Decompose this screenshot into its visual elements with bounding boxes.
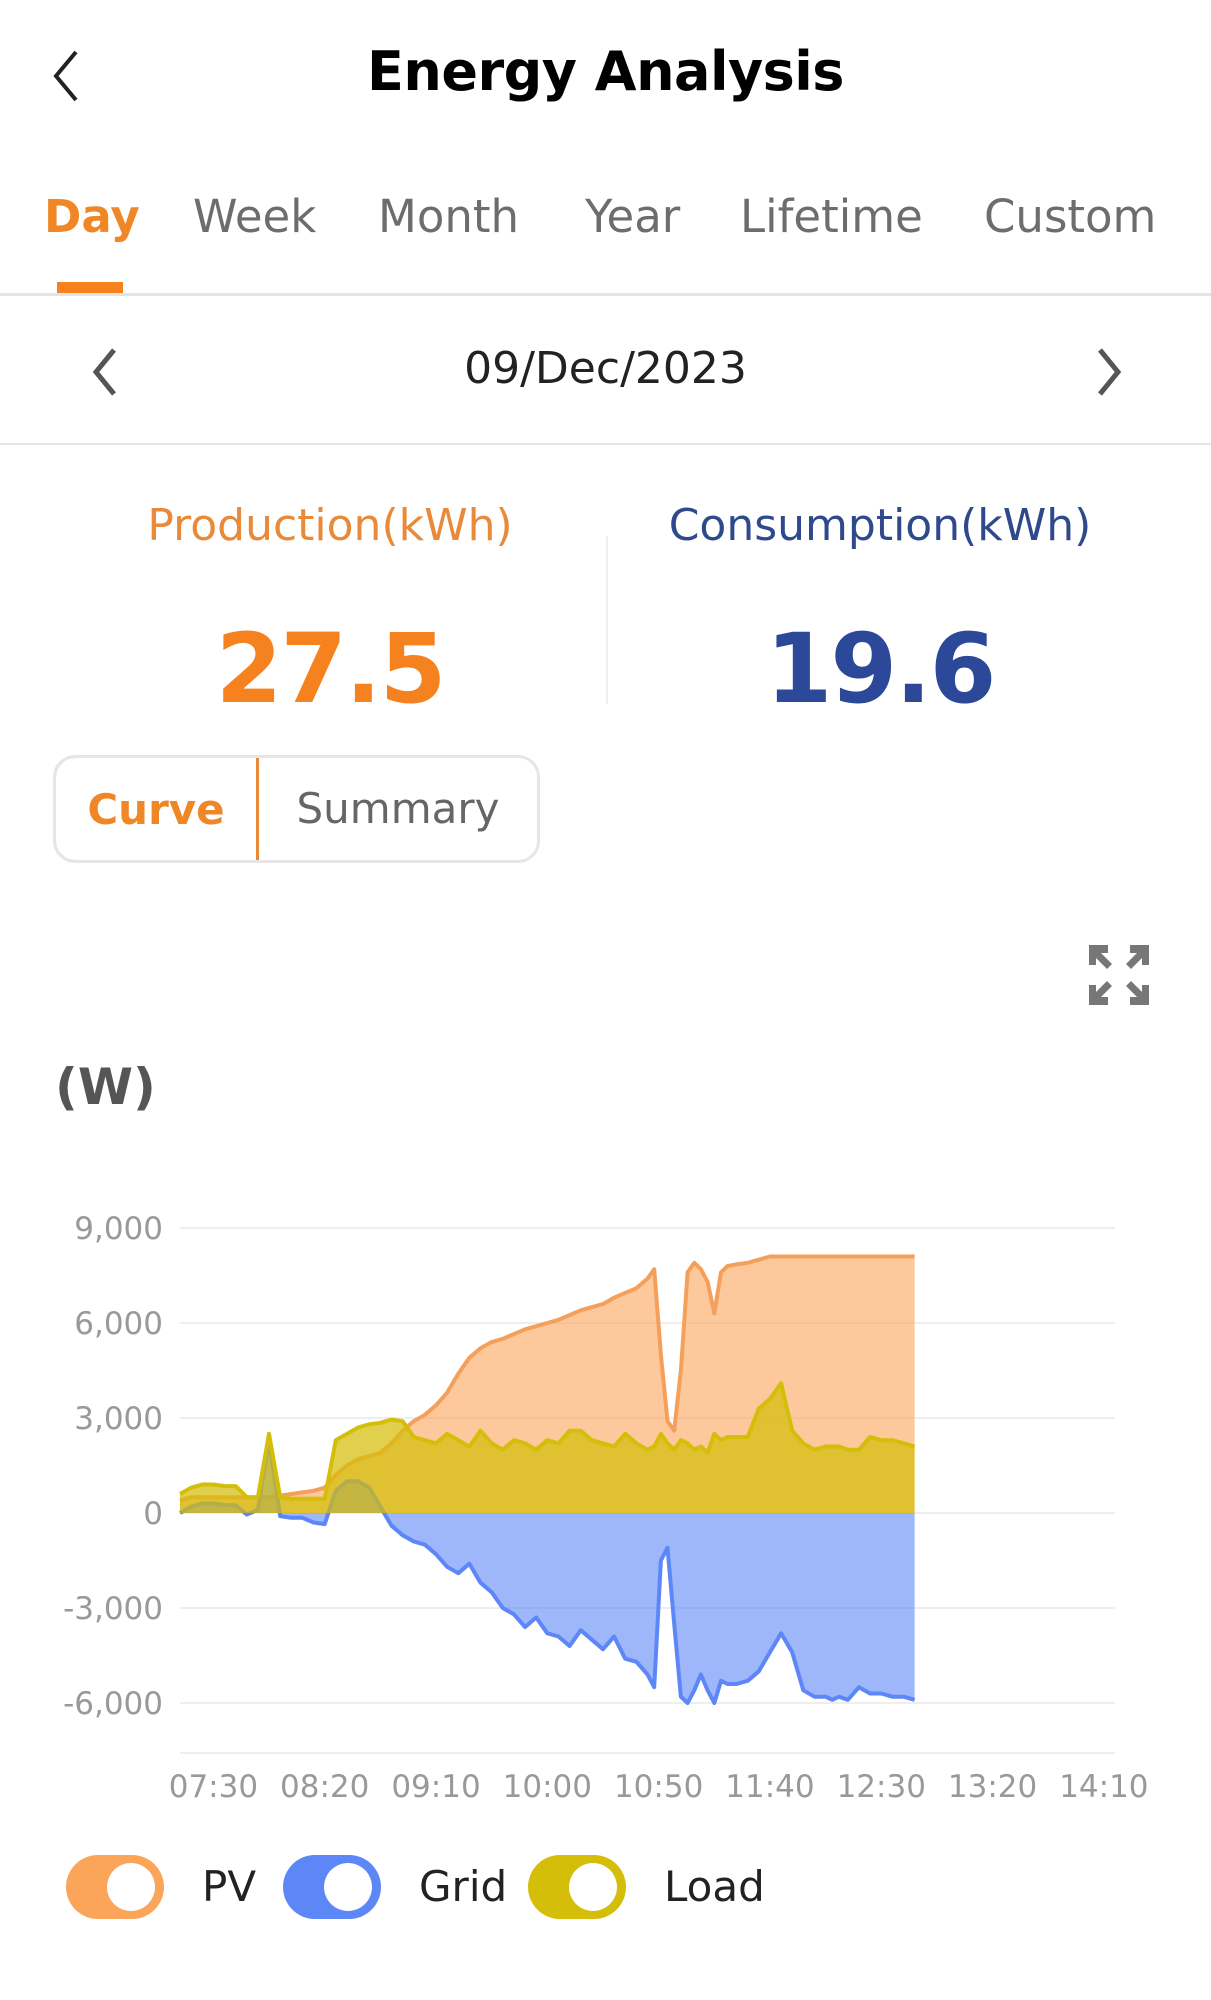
- legend-item-pv[interactable]: PV: [66, 1850, 286, 1922]
- x-tick-label: 10:50: [614, 1769, 703, 1805]
- energy-summary: Production(kWh) 27.5 Consumption(kWh) 19…: [0, 480, 1211, 725]
- x-tick-label: 10:00: [503, 1769, 592, 1805]
- active-tab-indicator: [57, 282, 123, 293]
- x-tick-label: 07:30: [169, 1769, 258, 1805]
- legend-label-grid: Grid: [419, 1862, 508, 1911]
- tab-day[interactable]: Day: [44, 190, 140, 243]
- current-date[interactable]: 09/Dec/2023: [0, 343, 1211, 394]
- stat-divider: [606, 536, 608, 704]
- x-tick-label: 11:40: [725, 1769, 814, 1805]
- x-tick-label: 08:20: [280, 1769, 369, 1805]
- tab-month[interactable]: Month: [378, 190, 519, 243]
- consumption-value: 19.6: [765, 613, 997, 725]
- tab-year[interactable]: Year: [585, 190, 680, 243]
- summary-view-button[interactable]: Summary: [259, 758, 537, 860]
- curve-view-button[interactable]: Curve: [56, 758, 259, 860]
- fullscreen-expand-icon: [1089, 945, 1149, 1005]
- view-toggle: Curve Summary: [53, 755, 540, 863]
- legend-label-pv: PV: [202, 1862, 257, 1911]
- y-tick-label: -3,000: [63, 1591, 163, 1627]
- x-tick-label: 12:30: [837, 1769, 926, 1805]
- y-tick-label: 6,000: [74, 1306, 163, 1342]
- consumption-stat: Consumption(kWh) 19.6: [620, 500, 1140, 725]
- y-tick-label: -6,000: [63, 1686, 163, 1722]
- y-axis-ticks: 9,000 6,000 3,000 0 -3,000 -6,000: [63, 1211, 163, 1722]
- x-tick-label: 13:20: [948, 1769, 1037, 1805]
- grid-toggle-icon[interactable]: [283, 1855, 381, 1919]
- load-toggle-icon[interactable]: [528, 1855, 626, 1919]
- production-stat: Production(kWh) 27.5: [70, 500, 590, 725]
- period-tabs: Day Week Month Year Lifetime Custom: [0, 190, 1211, 296]
- date-navigator: 09/Dec/2023: [0, 299, 1211, 445]
- x-axis-ticks: 07:30 08:20 09:10 10:00 10:50 11:40 12:30 13:20…: [169, 1769, 1149, 1805]
- app-header: Energy Analysis: [0, 0, 1211, 150]
- power-chart: 9,0006,0003,0000-3,000-6,000 07:30 08:20 0…: [63, 1211, 1149, 1805]
- fullscreen-button[interactable]: [1086, 942, 1152, 1008]
- production-value: 27.5: [215, 613, 447, 725]
- pv-toggle-icon[interactable]: [66, 1855, 164, 1919]
- consumption-label: Consumption(kWh): [668, 500, 1092, 551]
- page-title: Energy Analysis: [367, 40, 844, 103]
- legend-label-load: Load: [664, 1862, 765, 1911]
- production-label: Production(kWh): [147, 500, 513, 551]
- x-tick-label: 09:10: [391, 1769, 480, 1805]
- tab-lifetime[interactable]: Lifetime: [740, 190, 923, 243]
- y-axis-unit: (W): [55, 1058, 156, 1116]
- next-date-button[interactable]: [1090, 344, 1130, 400]
- x-tick-label: 14:10: [1059, 1769, 1148, 1805]
- tab-week[interactable]: Week: [193, 190, 316, 243]
- y-tick-label: 3,000: [74, 1401, 163, 1437]
- chevron-right-icon: [1098, 348, 1122, 396]
- legend-item-grid[interactable]: Grid: [283, 1850, 533, 1922]
- y-tick-label: 0: [143, 1496, 163, 1532]
- y-tick-label: 9,000: [74, 1211, 163, 1247]
- tab-custom[interactable]: Custom: [984, 190, 1156, 243]
- legend-item-load[interactable]: Load: [528, 1850, 788, 1922]
